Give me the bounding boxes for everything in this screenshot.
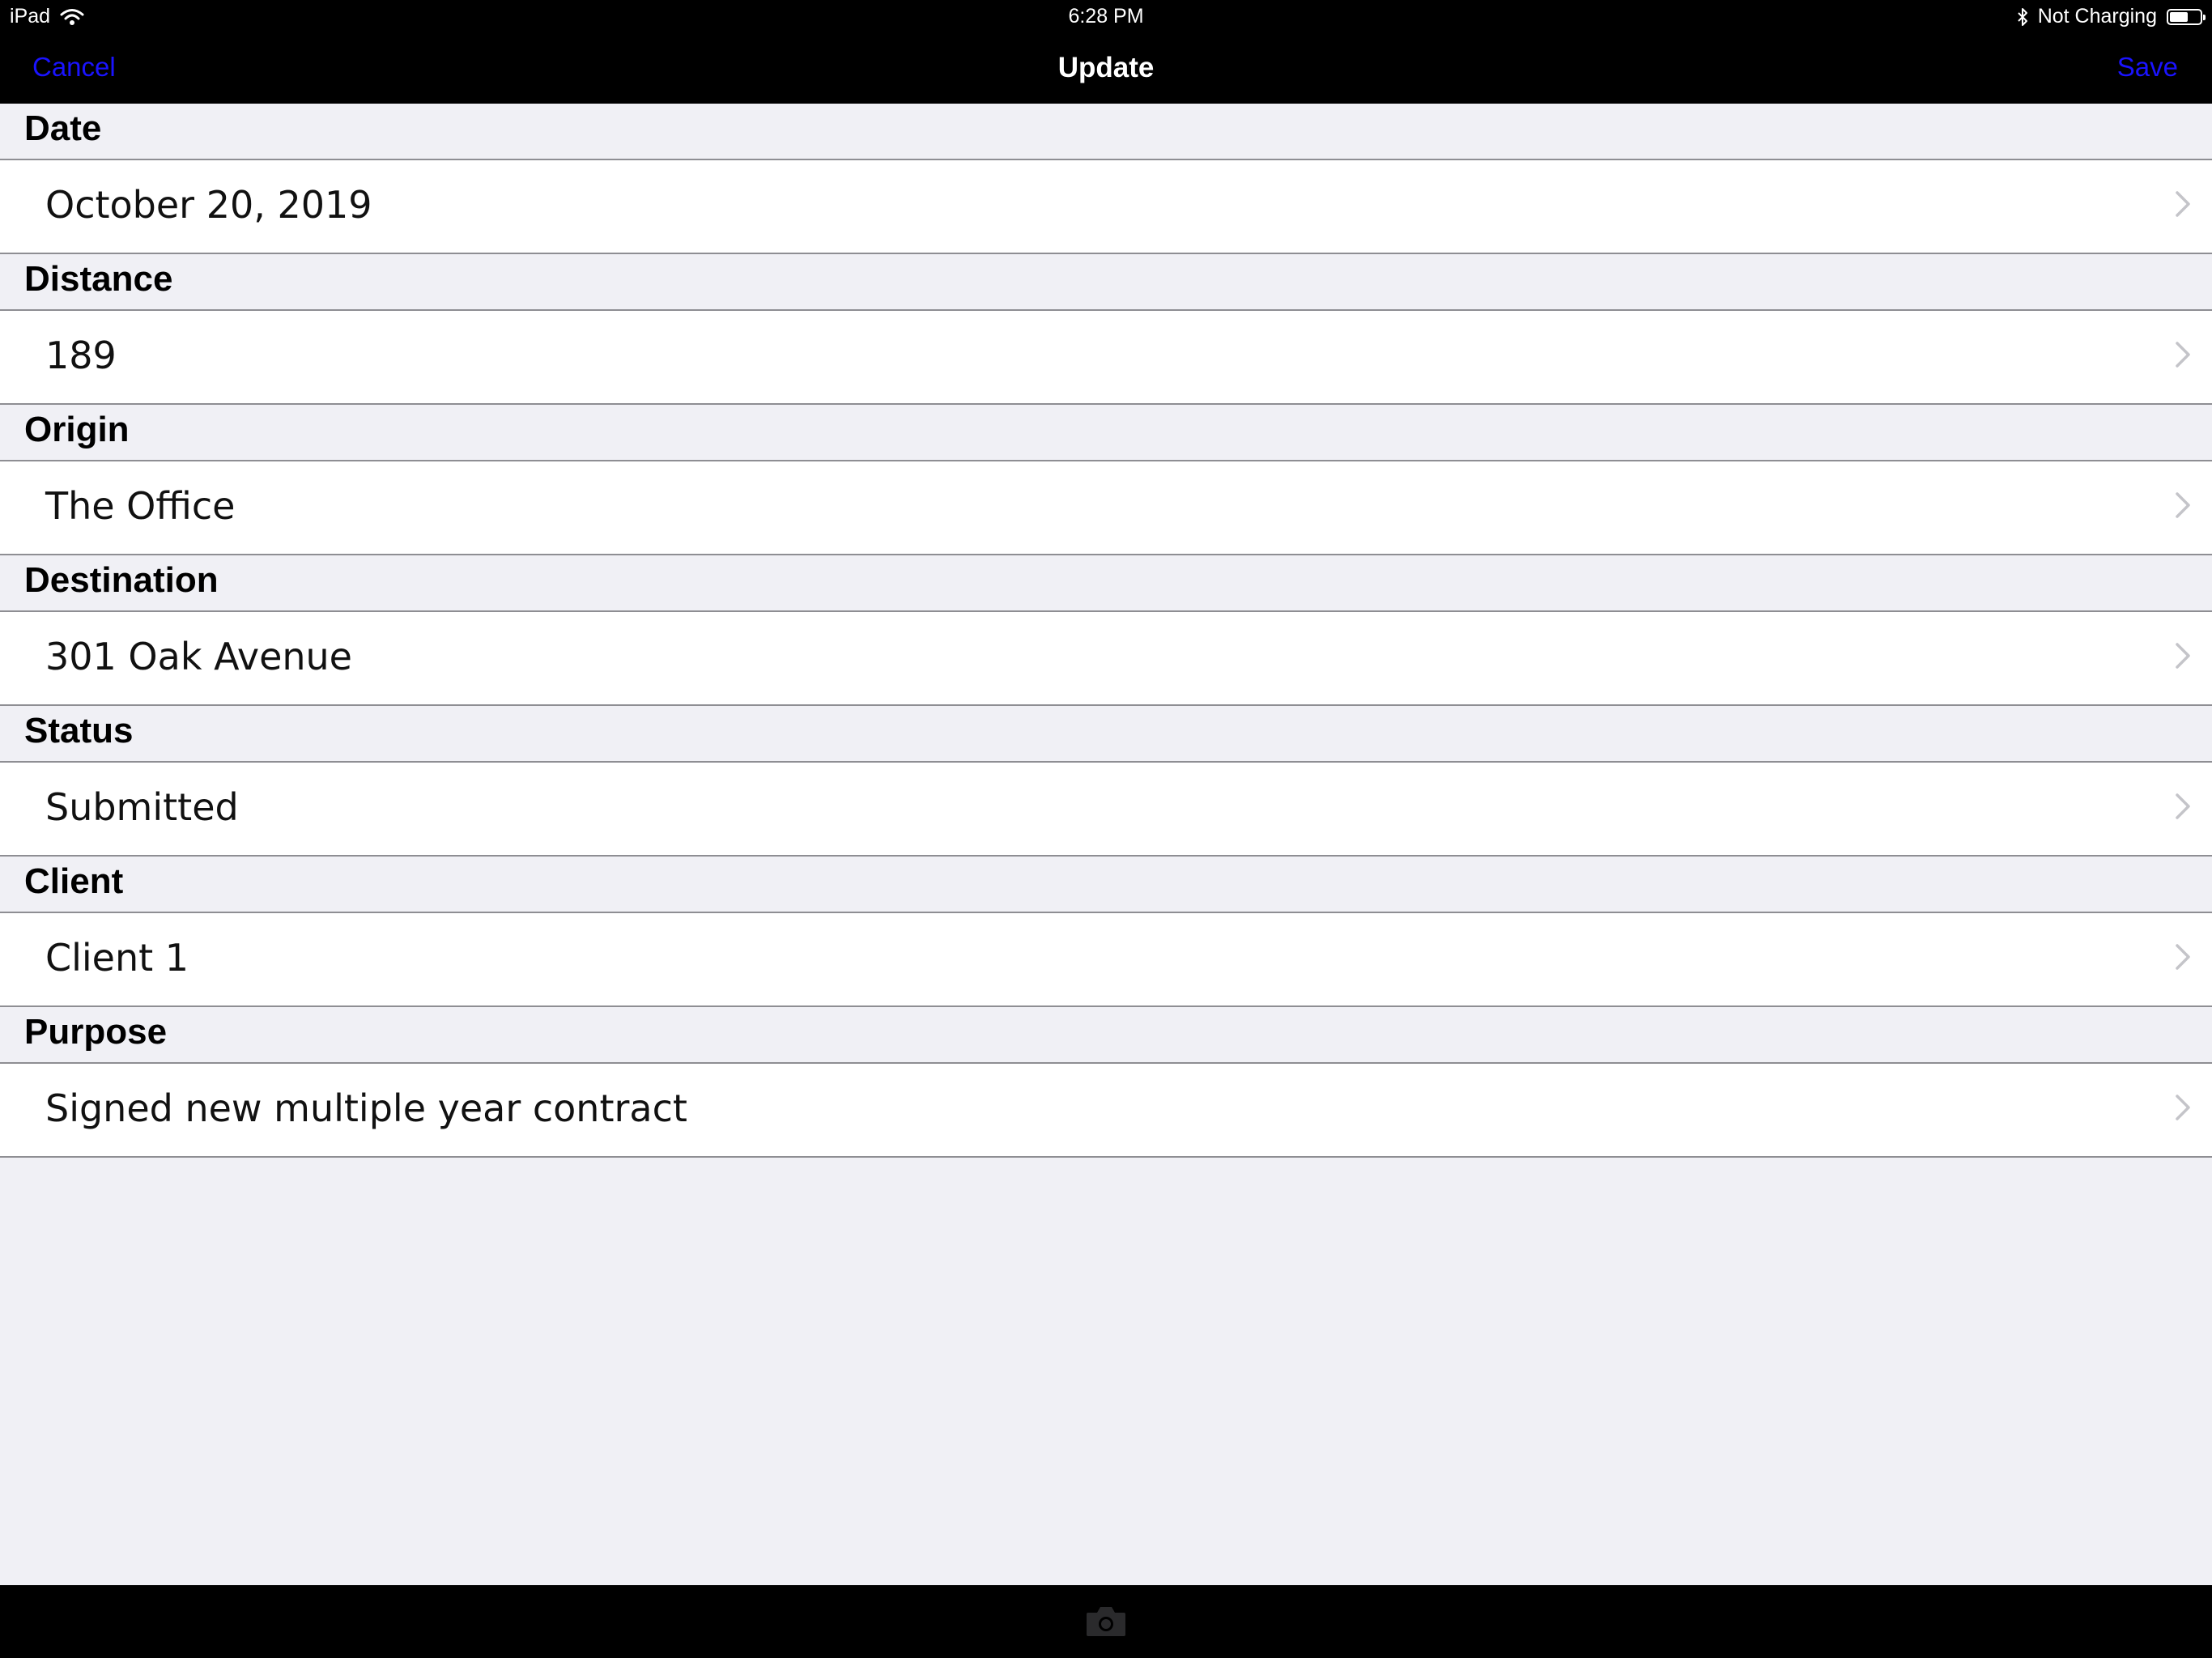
chevron-right-icon xyxy=(2176,191,2190,217)
section-label: Client xyxy=(24,861,124,901)
section-label: Distance xyxy=(24,259,173,299)
chevron-right-icon xyxy=(2176,643,2190,669)
navigation-bar: Cancel Update Save xyxy=(0,34,2212,104)
save-button[interactable]: Save xyxy=(2117,52,2178,83)
field-value: Client 1 xyxy=(45,936,189,980)
form-table: Date October 20, 2019 Distance 189 Origi… xyxy=(0,104,2212,1158)
page-title: Update xyxy=(1057,52,1155,83)
field-value: Signed new multiple year contract xyxy=(45,1086,687,1130)
field-value: Submitted xyxy=(45,785,239,829)
field-value: 189 xyxy=(45,334,117,377)
bluetooth-icon xyxy=(2017,7,2027,26)
section-label: Purpose xyxy=(24,1012,168,1052)
camera-icon[interactable] xyxy=(1085,1603,1127,1639)
section-label: Origin xyxy=(24,410,130,449)
chevron-right-icon xyxy=(2176,1095,2190,1120)
status-right: Not Charging xyxy=(2017,5,2206,28)
chevron-right-icon xyxy=(2176,944,2190,970)
section-label: Date xyxy=(24,108,102,148)
section-label: Destination xyxy=(24,560,219,600)
field-cell-distance[interactable]: 189 xyxy=(0,309,2212,405)
chevron-right-icon xyxy=(2176,492,2190,518)
section-header-destination: Destination xyxy=(0,555,2212,610)
section-header-origin: Origin xyxy=(0,405,2212,460)
section-label: Status xyxy=(24,711,134,750)
charging-status: Not Charging xyxy=(2037,5,2157,28)
field-value: The Office xyxy=(45,484,236,528)
field-cell-status[interactable]: Submitted xyxy=(0,761,2212,857)
field-value: October 20, 2019 xyxy=(45,183,372,227)
section-header-status: Status xyxy=(0,706,2212,761)
field-value: 301 Oak Avenue xyxy=(45,635,352,678)
chevron-right-icon xyxy=(2176,342,2190,368)
bottom-bar xyxy=(0,1585,2212,1658)
field-cell-purpose[interactable]: Signed new multiple year contract xyxy=(0,1062,2212,1158)
status-time: 6:28 PM xyxy=(1068,5,1144,28)
chevron-right-icon xyxy=(2176,793,2190,819)
section-header-distance: Distance xyxy=(0,254,2212,309)
field-cell-date[interactable]: October 20, 2019 xyxy=(0,159,2212,254)
section-header-purpose: Purpose xyxy=(0,1007,2212,1062)
section-header-date: Date xyxy=(0,104,2212,159)
field-cell-destination[interactable]: 301 Oak Avenue xyxy=(0,610,2212,706)
field-cell-origin[interactable]: The Office xyxy=(0,460,2212,555)
section-header-client: Client xyxy=(0,857,2212,912)
battery-icon xyxy=(2167,8,2206,25)
battery-fill xyxy=(2170,11,2188,22)
status-bar: iPad 6:28 PM Not Charging xyxy=(0,0,2212,34)
field-cell-client[interactable]: Client 1 xyxy=(0,912,2212,1007)
